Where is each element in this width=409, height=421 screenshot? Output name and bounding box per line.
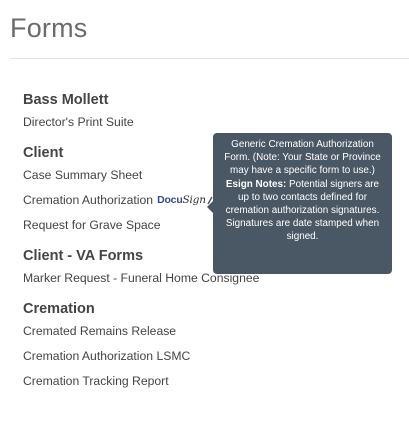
form-link-label: Case Summary Sheet [23, 168, 143, 182]
form-link-label: Cremation Authorization LSMC [23, 349, 191, 363]
page-title: Forms [10, 13, 88, 43]
form-link-label: Request for Grave Space [23, 218, 161, 232]
tooltip-esign-label: Esign Notes: [225, 178, 287, 190]
section-bass-mollett: Bass Mollett Director's Print Suite [23, 90, 403, 135]
title-divider [10, 58, 409, 59]
form-link-directors-print-suite[interactable]: Director's Print Suite [23, 110, 403, 135]
form-link-cremation-tracking-report[interactable]: Cremation Tracking Report [23, 369, 403, 394]
section-heading: Bass Mollett [23, 92, 109, 108]
form-link-label: Cremated Remains Release [23, 324, 177, 338]
form-link-label: Cremation Authorization [23, 193, 154, 207]
docusign-sign-text: Sign [182, 194, 206, 206]
docusign-docu-text: Docu [157, 194, 183, 206]
form-link-cremated-remains-release[interactable]: Cremated Remains Release [23, 319, 403, 344]
form-description-tooltip: Generic Cremation Authorization Form. (N… [207, 133, 392, 274]
section-cremation: Cremation Cremated Remains Release Crema… [23, 299, 403, 394]
section-heading: Cremation [23, 301, 95, 317]
form-link-label: Cremation Tracking Report [23, 374, 169, 388]
docusign-badge[interactable]: Docu Sign [157, 188, 213, 213]
tooltip-description: Generic Cremation Authorization Form. (N… [224, 139, 381, 177]
form-link-label: Director's Print Suite [23, 115, 134, 129]
form-link-cremation-authorization-lsmc[interactable]: Cremation Authorization LSMC [23, 344, 403, 369]
